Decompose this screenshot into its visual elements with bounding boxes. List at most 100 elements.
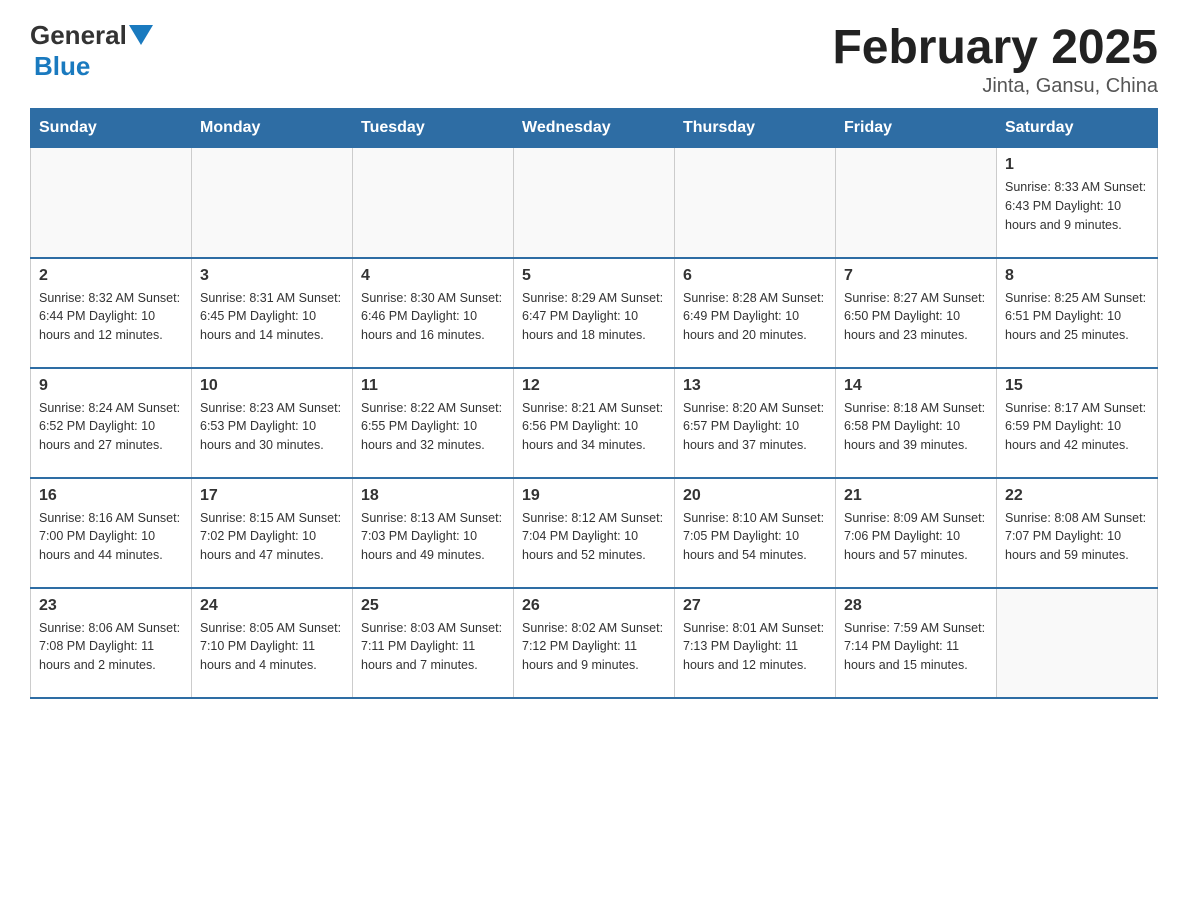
day-number: 14 (844, 377, 988, 395)
day-info: Sunrise: 8:28 AM Sunset: 6:49 PM Dayligh… (683, 289, 827, 345)
table-row: 14Sunrise: 8:18 AM Sunset: 6:58 PM Dayli… (836, 368, 997, 478)
day-number: 21 (844, 487, 988, 505)
day-info: Sunrise: 8:06 AM Sunset: 7:08 PM Dayligh… (39, 619, 183, 675)
day-info: Sunrise: 8:20 AM Sunset: 6:57 PM Dayligh… (683, 399, 827, 455)
day-number: 22 (1005, 487, 1149, 505)
day-info: Sunrise: 8:08 AM Sunset: 7:07 PM Dayligh… (1005, 509, 1149, 565)
day-number: 11 (361, 377, 505, 395)
table-row: 13 Sunrise: 8:20 AM Sunset: 6:57 PM Dayli… (675, 368, 836, 478)
table-row: 9Sunrise: 8:24 AM Sunset: 6:52 PM Daylig… (31, 368, 192, 478)
day-number: 27 (683, 597, 827, 615)
day-number: 16 (39, 487, 183, 505)
header-thursday: Thursday (675, 109, 836, 148)
calendar-week-row: 23 Sunrise: 8:06 AM Sunset: 7:08 PM Dayli… (31, 588, 1158, 698)
day-info: Sunrise: 8:21 AM Sunset: 6:56 PM Dayligh… (522, 399, 666, 455)
day-number: 2 (39, 267, 183, 285)
table-row: 19 Sunrise: 8:12 AM Sunset: 7:04 PM Dayli… (514, 478, 675, 588)
day-number: 26 (522, 597, 666, 615)
calendar-header-row: Sunday Monday Tuesday Wednesday Thursday… (31, 109, 1158, 148)
day-info: Sunrise: 8:33 AM Sunset: 6:43 PM Dayligh… (1005, 178, 1149, 234)
table-row: 6 Sunrise: 8:28 AM Sunset: 6:49 PM Daylig… (675, 258, 836, 368)
day-number: 25 (361, 597, 505, 615)
table-row: 1 Sunrise: 8:33 AM Sunset: 6:43 PM Daylig… (997, 148, 1158, 258)
day-number: 6 (683, 267, 827, 285)
day-number: 10 (200, 377, 344, 395)
header-sunday: Sunday (31, 109, 192, 148)
day-info: Sunrise: 8:31 AM Sunset: 6:45 PM Dayligh… (200, 289, 344, 345)
table-row: 8 Sunrise: 8:25 AM Sunset: 6:51 PM Daylig… (997, 258, 1158, 368)
table-row: 15 Sunrise: 8:17 AM Sunset: 6:59 PM Dayli… (997, 368, 1158, 478)
day-number: 7 (844, 267, 988, 285)
calendar-week-row: 1 Sunrise: 8:33 AM Sunset: 6:43 PM Daylig… (31, 148, 1158, 258)
table-row: 11 Sunrise: 8:22 AM Sunset: 6:55 PM Dayli… (353, 368, 514, 478)
title-block: February 2025 Jinta, Gansu, China (832, 20, 1158, 98)
table-row: 23 Sunrise: 8:06 AM Sunset: 7:08 PM Dayli… (31, 588, 192, 698)
calendar-week-row: 2Sunrise: 8:32 AM Sunset: 6:44 PM Daylig… (31, 258, 1158, 368)
table-row: 28 Sunrise: 7:59 AM Sunset: 7:14 PM Dayli… (836, 588, 997, 698)
calendar-week-row: 16Sunrise: 8:16 AM Sunset: 7:00 PM Dayli… (31, 478, 1158, 588)
day-number: 1 (1005, 156, 1149, 174)
table-row: 2Sunrise: 8:32 AM Sunset: 6:44 PM Daylig… (31, 258, 192, 368)
day-info: Sunrise: 8:29 AM Sunset: 6:47 PM Dayligh… (522, 289, 666, 345)
day-number: 17 (200, 487, 344, 505)
table-row: 24 Sunrise: 8:05 AM Sunset: 7:10 PM Dayli… (192, 588, 353, 698)
table-row: 5 Sunrise: 8:29 AM Sunset: 6:47 PM Daylig… (514, 258, 675, 368)
logo-blue-text: Blue (34, 51, 90, 82)
day-number: 18 (361, 487, 505, 505)
day-info: Sunrise: 7:59 AM Sunset: 7:14 PM Dayligh… (844, 619, 988, 675)
table-row: 7 Sunrise: 8:27 AM Sunset: 6:50 PM Daylig… (836, 258, 997, 368)
calendar-week-row: 9Sunrise: 8:24 AM Sunset: 6:52 PM Daylig… (31, 368, 1158, 478)
day-info: Sunrise: 8:23 AM Sunset: 6:53 PM Dayligh… (200, 399, 344, 455)
table-row: 12 Sunrise: 8:21 AM Sunset: 6:56 PM Dayli… (514, 368, 675, 478)
calendar-subtitle: Jinta, Gansu, China (832, 75, 1158, 98)
table-row (192, 148, 353, 258)
day-number: 8 (1005, 267, 1149, 285)
day-number: 24 (200, 597, 344, 615)
day-info: Sunrise: 8:17 AM Sunset: 6:59 PM Dayligh… (1005, 399, 1149, 455)
header-wednesday: Wednesday (514, 109, 675, 148)
table-row: 21 Sunrise: 8:09 AM Sunset: 7:06 PM Dayli… (836, 478, 997, 588)
table-row (836, 148, 997, 258)
table-row: 25 Sunrise: 8:03 AM Sunset: 7:11 PM Dayli… (353, 588, 514, 698)
logo-triangle-icon (129, 25, 153, 45)
day-info: Sunrise: 8:24 AM Sunset: 6:52 PM Dayligh… (39, 399, 183, 455)
calendar-table: Sunday Monday Tuesday Wednesday Thursday… (30, 108, 1158, 699)
table-row: 26Sunrise: 8:02 AM Sunset: 7:12 PM Dayli… (514, 588, 675, 698)
day-info: Sunrise: 8:10 AM Sunset: 7:05 PM Dayligh… (683, 509, 827, 565)
table-row: 22 Sunrise: 8:08 AM Sunset: 7:07 PM Dayli… (997, 478, 1158, 588)
day-info: Sunrise: 8:05 AM Sunset: 7:10 PM Dayligh… (200, 619, 344, 675)
day-number: 15 (1005, 377, 1149, 395)
day-info: Sunrise: 8:09 AM Sunset: 7:06 PM Dayligh… (844, 509, 988, 565)
table-row: 18 Sunrise: 8:13 AM Sunset: 7:03 PM Dayli… (353, 478, 514, 588)
day-number: 5 (522, 267, 666, 285)
day-info: Sunrise: 8:27 AM Sunset: 6:50 PM Dayligh… (844, 289, 988, 345)
table-row: 27Sunrise: 8:01 AM Sunset: 7:13 PM Dayli… (675, 588, 836, 698)
day-number: 23 (39, 597, 183, 615)
table-row: 4 Sunrise: 8:30 AM Sunset: 6:46 PM Daylig… (353, 258, 514, 368)
day-info: Sunrise: 8:12 AM Sunset: 7:04 PM Dayligh… (522, 509, 666, 565)
table-row (514, 148, 675, 258)
day-info: Sunrise: 8:13 AM Sunset: 7:03 PM Dayligh… (361, 509, 505, 565)
logo: General Blue (30, 20, 153, 82)
table-row: 16Sunrise: 8:16 AM Sunset: 7:00 PM Dayli… (31, 478, 192, 588)
table-row: 17 Sunrise: 8:15 AM Sunset: 7:02 PM Dayli… (192, 478, 353, 588)
day-number: 12 (522, 377, 666, 395)
day-info: Sunrise: 8:03 AM Sunset: 7:11 PM Dayligh… (361, 619, 505, 675)
day-info: Sunrise: 8:15 AM Sunset: 7:02 PM Dayligh… (200, 509, 344, 565)
day-number: 3 (200, 267, 344, 285)
table-row: 3 Sunrise: 8:31 AM Sunset: 6:45 PM Daylig… (192, 258, 353, 368)
day-number: 13 (683, 377, 827, 395)
header-monday: Monday (192, 109, 353, 148)
page-header: General Blue February 2025 Jinta, Gansu,… (30, 20, 1158, 98)
table-row: 20 Sunrise: 8:10 AM Sunset: 7:05 PM Dayli… (675, 478, 836, 588)
day-number: 20 (683, 487, 827, 505)
table-row (353, 148, 514, 258)
table-row (675, 148, 836, 258)
day-info: Sunrise: 8:22 AM Sunset: 6:55 PM Dayligh… (361, 399, 505, 455)
day-number: 4 (361, 267, 505, 285)
day-number: 28 (844, 597, 988, 615)
day-number: 19 (522, 487, 666, 505)
day-info: Sunrise: 8:30 AM Sunset: 6:46 PM Dayligh… (361, 289, 505, 345)
header-saturday: Saturday (997, 109, 1158, 148)
day-info: Sunrise: 8:25 AM Sunset: 6:51 PM Dayligh… (1005, 289, 1149, 345)
